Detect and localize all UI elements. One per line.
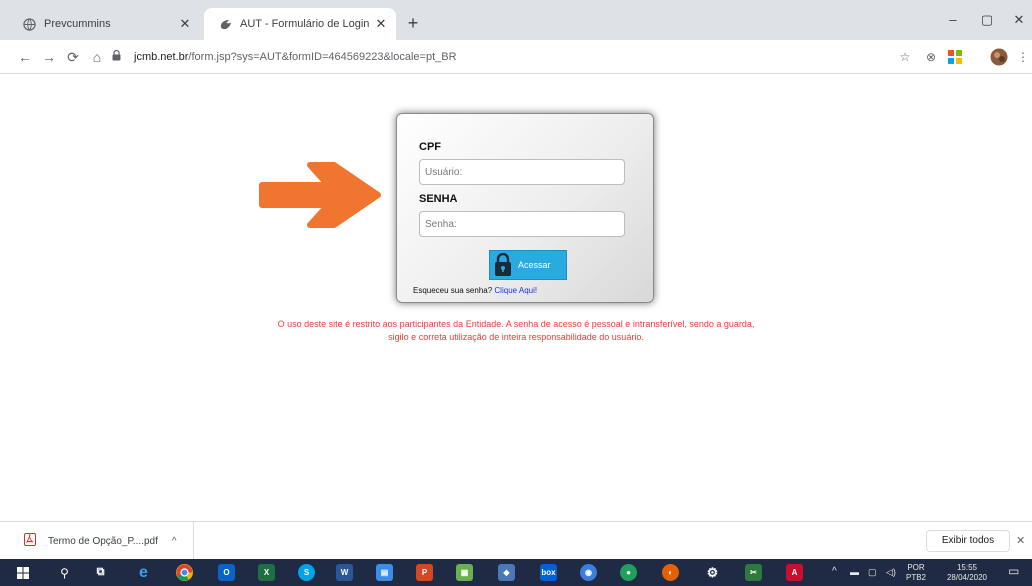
word-icon[interactable]: W: [336, 564, 353, 581]
url-host: jcmb.net.br: [134, 51, 189, 63]
network-icon[interactable]: ▢: [868, 567, 877, 577]
language-code: POR: [907, 563, 925, 572]
tab-close-icon[interactable]: ✕: [176, 16, 194, 32]
cpf-label: CPF: [419, 141, 441, 153]
show-all-downloads-button[interactable]: Exibir todos: [926, 530, 1010, 552]
minimize-button[interactable]: –: [938, 8, 968, 32]
tray-chevron-icon[interactable]: ^: [832, 567, 837, 577]
new-tab-button[interactable]: +: [402, 12, 424, 34]
forgot-text: Esqueceu sua senha?: [413, 286, 493, 295]
clock-date: 28/04/2020: [946, 573, 988, 582]
firefox-icon[interactable]: ◐: [662, 564, 679, 581]
outlook-icon[interactable]: O: [218, 564, 235, 581]
office-extension-icon[interactable]: [946, 48, 964, 66]
tab-title: Prevcummins: [44, 18, 111, 30]
chevron-up-icon[interactable]: ^: [172, 536, 177, 547]
forward-icon[interactable]: →: [38, 46, 60, 68]
globe-icon: [22, 17, 36, 31]
url-path: /form.jsp?sys=AUT&formID=464569223&local…: [188, 51, 457, 63]
notice-line-1: O uso deste site é restrito aos particip…: [277, 319, 755, 329]
clock-time: 15:55: [956, 563, 978, 572]
messenger-icon[interactable]: ◉: [580, 564, 597, 581]
padlock-icon: [495, 253, 511, 276]
snipping-tool-icon[interactable]: ✂: [745, 564, 762, 581]
edge-icon[interactable]: e: [135, 564, 152, 581]
pdf-icon: [24, 533, 38, 549]
extension-icon[interactable]: ⊗: [922, 48, 940, 66]
download-bar: Termo de Opção_P....pdf ^ Exibir todos ✕: [0, 521, 1032, 560]
usage-notice: O uso deste site é restrito aos particip…: [0, 318, 1032, 344]
acrobat-icon[interactable]: A: [786, 564, 803, 581]
download-file-name: Termo de Opção_P....pdf: [48, 535, 158, 547]
search-icon[interactable]: ⚲: [56, 564, 73, 581]
task-view-icon[interactable]: ⧉: [92, 564, 109, 581]
acessar-button[interactable]: Acessar: [489, 250, 567, 280]
site-favicon-icon: [218, 17, 232, 31]
senha-label: SENHA: [419, 193, 458, 205]
file-explorer-icon[interactable]: ▤: [376, 564, 393, 581]
battery-icon[interactable]: ▬: [850, 567, 859, 577]
notepad-icon[interactable]: ▦: [456, 564, 473, 581]
windows-start-icon[interactable]: [14, 564, 31, 581]
tab-title: AUT - Formulário de Login - Prev: [240, 18, 372, 30]
acessar-button-label: Acessar: [518, 260, 551, 270]
tab-prevcummins[interactable]: Prevcummins ✕: [8, 8, 200, 40]
orange-arrow-icon: [259, 162, 381, 228]
notifications-icon[interactable]: ▭: [1008, 565, 1019, 577]
lock-icon: [112, 49, 128, 64]
chrome-icon[interactable]: [176, 564, 193, 581]
volume-icon[interactable]: ◁): [886, 567, 896, 577]
menu-kebab-icon[interactable]: ⋮: [1014, 48, 1032, 66]
address-bar[interactable]: jcmb.net.br /form.jsp?sys=AUT&formID=464…: [112, 44, 882, 70]
tab-close-icon[interactable]: ✕: [372, 16, 390, 32]
keyboard-layout: PTB2: [906, 573, 927, 582]
home-icon[interactable]: ⌂: [86, 46, 108, 68]
language-indicator[interactable]: POR PTB2: [906, 563, 926, 583]
skype-icon[interactable]: S: [298, 564, 315, 581]
login-form: CPF SENHA Acessar Esqueceu sua senha? Cl…: [396, 113, 654, 303]
bookmark-star-icon[interactable]: ☆: [896, 48, 914, 66]
powerpoint-icon[interactable]: P: [416, 564, 433, 581]
avatar[interactable]: [990, 48, 1008, 66]
greenshot-icon[interactable]: ●: [620, 564, 637, 581]
restore-button[interactable]: ▢: [972, 8, 1002, 32]
app-icon[interactable]: ◆: [498, 564, 515, 581]
page-content: CPF SENHA Acessar Esqueceu sua senha? Cl…: [0, 75, 1032, 521]
cpf-input[interactable]: [419, 159, 625, 185]
excel-icon[interactable]: X: [258, 564, 275, 581]
close-window-button[interactable]: ✕: [1004, 8, 1032, 32]
box-icon[interactable]: box: [540, 564, 557, 581]
forgot-password: Esqueceu sua senha? Clique Aqui!: [413, 286, 537, 295]
close-download-bar-icon[interactable]: ✕: [1016, 534, 1025, 547]
browser-toolbar: ← → ⟳ ⌂ jcmb.net.br /form.jsp?sys=AUT&fo…: [0, 40, 1032, 74]
windows-taskbar: ⚲ ⧉ e O X S W ▤ P ▦ ◆ box ◉ ● ◐ ⚙ ✂ A ^ …: [0, 559, 1032, 586]
settings-gear-icon[interactable]: ⚙: [704, 564, 721, 581]
senha-input[interactable]: [419, 211, 625, 237]
browser-tab-strip: Prevcummins ✕ AUT - Formulário de Login …: [0, 0, 1032, 40]
notice-line-2: sigilo e correta utilização de inteira r…: [388, 332, 644, 342]
download-item[interactable]: Termo de Opção_P....pdf ^: [0, 522, 194, 560]
forgot-password-link[interactable]: Clique Aqui!: [494, 286, 537, 295]
clock[interactable]: 15:55 28/04/2020: [940, 563, 994, 583]
tab-login-form[interactable]: AUT - Formulário de Login - Prev ✕: [204, 8, 396, 40]
reload-icon[interactable]: ⟳: [62, 46, 84, 68]
back-icon[interactable]: ←: [14, 46, 36, 68]
